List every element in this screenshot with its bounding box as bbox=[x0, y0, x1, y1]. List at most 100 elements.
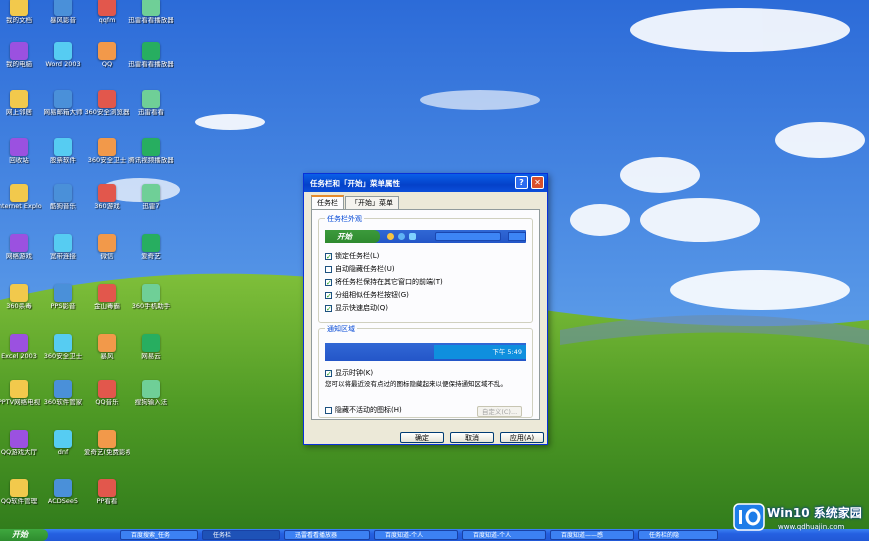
desktop-icon[interactable]: 爱奇艺(免费影视大全) bbox=[84, 430, 130, 456]
desktop-icon[interactable]: 迅雷看看播放器 bbox=[128, 42, 174, 68]
option-autohide[interactable]: 自动隐藏任务栏(U) bbox=[325, 264, 395, 274]
app-icon bbox=[142, 184, 160, 202]
desktop-icon-label: 酷狗音乐 bbox=[50, 203, 76, 210]
desktop-icon-label: 360软件管家 bbox=[43, 399, 83, 406]
help-button[interactable]: ? bbox=[515, 176, 528, 189]
app-icon bbox=[10, 430, 28, 448]
quicklaunch-icon bbox=[387, 233, 394, 240]
desktop-icon[interactable]: 搜狗输入法 bbox=[128, 380, 174, 406]
checkbox[interactable]: ✓ bbox=[325, 278, 332, 286]
desktop-icon-label: 网上邻居 bbox=[6, 109, 32, 116]
checkbox[interactable]: ✓ bbox=[325, 252, 332, 260]
desktop-icon[interactable]: 迅雷7 bbox=[128, 184, 174, 210]
customize-button[interactable]: 自定义(C)... bbox=[477, 406, 522, 417]
desktop-icon[interactable]: 爱奇艺 bbox=[128, 234, 174, 260]
desktop-icon-label: 暴风影音 bbox=[50, 17, 76, 24]
ie-icon bbox=[398, 233, 405, 240]
desktop-icon[interactable]: 360安全卫士 bbox=[84, 138, 130, 164]
desktop-icon[interactable]: dnf bbox=[40, 430, 86, 456]
desktop-icon[interactable]: 360安全卫士 bbox=[40, 334, 86, 360]
checkbox[interactable]: ✓ bbox=[325, 291, 332, 299]
checkbox[interactable]: ✓ bbox=[325, 369, 332, 377]
app-icon bbox=[98, 479, 116, 497]
desktop-icon[interactable]: 暴风 bbox=[84, 334, 130, 360]
desktop-icon-label: dnf bbox=[57, 449, 69, 456]
app-icon bbox=[10, 0, 28, 16]
app-icon bbox=[54, 138, 72, 156]
app-icon bbox=[10, 138, 28, 156]
tab-taskbar[interactable]: 任务栏 bbox=[311, 195, 344, 209]
desktop-icon[interactable]: 网上邻居 bbox=[0, 90, 42, 116]
desktop-icon[interactable]: 360安全浏览器 bbox=[84, 90, 130, 116]
app-icon bbox=[10, 234, 28, 252]
taskbar-button[interactable]: 百度搜索_任务 bbox=[120, 530, 198, 540]
cancel-button[interactable]: 取消 bbox=[450, 432, 494, 443]
desktop-icon[interactable]: 我的文档 bbox=[0, 0, 42, 24]
tab-start-menu[interactable]: 「开始」菜单 bbox=[345, 196, 399, 210]
option-label: 显示快速启动(Q) bbox=[335, 304, 388, 312]
desktop-icon[interactable]: 360杀毒 bbox=[0, 284, 42, 310]
checkbox[interactable] bbox=[325, 406, 332, 414]
apply-button[interactable]: 应用(A) bbox=[500, 432, 544, 443]
close-button[interactable]: ✕ bbox=[531, 176, 544, 189]
checkbox[interactable] bbox=[325, 265, 332, 273]
desktop-icon[interactable]: 酷狗音乐 bbox=[40, 184, 86, 210]
desktop-icon[interactable]: qqfm bbox=[84, 0, 130, 24]
desktop-icon[interactable]: 宽带连接 bbox=[40, 234, 86, 260]
desktop-icon[interactable]: 360软件管家 bbox=[40, 380, 86, 406]
notification-area-group: 通知区域 下午 5:49 ✓ 显示时钟(K) 您可以将最近没有点过的图标隐藏起来… bbox=[318, 324, 533, 418]
desktop-icon[interactable]: QQ游戏大厅 bbox=[0, 430, 42, 456]
taskbar-button[interactable]: 百度知道-个人 bbox=[374, 530, 458, 540]
taskbar-button[interactable]: 任务栏 bbox=[202, 530, 280, 540]
desktop-icon[interactable]: QQ音乐 bbox=[84, 380, 130, 406]
desktop-icon[interactable]: PPS影音 bbox=[40, 284, 86, 310]
option-group-buttons[interactable]: ✓ 分组相似任务栏按钮(G) bbox=[325, 290, 409, 300]
option-lock-taskbar[interactable]: ✓ 锁定任务栏(L) bbox=[325, 251, 379, 261]
desktop-icon[interactable]: 网络游戏 bbox=[0, 234, 42, 260]
taskbar-button[interactable]: 任务栏的隐 bbox=[638, 530, 718, 540]
dialog-titlebar[interactable]: 任务栏和「开始」菜单属性 ? ✕ bbox=[304, 174, 547, 192]
desktop-icon[interactable]: 回收站 bbox=[0, 138, 42, 164]
desktop-icon[interactable]: QQ bbox=[84, 42, 130, 68]
app-icon bbox=[98, 284, 116, 302]
app-icon bbox=[98, 90, 116, 108]
desktop-icon[interactable]: Internet Explorer bbox=[0, 184, 42, 210]
taskbar-button[interactable]: 迅雷看看播放器 bbox=[284, 530, 370, 540]
desktop-icon[interactable]: 金山毒霸 bbox=[84, 284, 130, 310]
desktop-icon[interactable]: PPTV网络电视 bbox=[0, 380, 42, 406]
desktop-icon[interactable]: 网易邮箱大师 bbox=[40, 90, 86, 116]
desktop-icon[interactable]: 迅雷看看播放器 bbox=[128, 0, 174, 24]
desktop-icon[interactable]: 腾讯视频播放器 bbox=[128, 138, 174, 164]
app-icon bbox=[142, 234, 160, 252]
desktop-icon[interactable]: 网易云 bbox=[128, 334, 174, 360]
desktop-icon[interactable]: 我的电脑 bbox=[0, 42, 42, 68]
taskbar-button[interactable]: 百度知道——感 bbox=[550, 530, 634, 540]
desktop-icon[interactable]: Excel 2003 bbox=[0, 334, 42, 360]
desktop-icon[interactable]: PP看看 bbox=[84, 479, 130, 505]
start-button[interactable]: 开始 bbox=[0, 529, 48, 541]
app-icon bbox=[142, 380, 160, 398]
desktop-icon[interactable]: Word 2003 bbox=[40, 42, 86, 68]
group-title-appearance: 任务栏外观 bbox=[325, 214, 364, 224]
ok-button[interactable]: 确定 bbox=[400, 432, 444, 443]
desktop-icon[interactable]: 迅雷看看 bbox=[128, 90, 174, 116]
desktop-icon[interactable]: 股票软件 bbox=[40, 138, 86, 164]
desktop-icon-label: QQ软件管理 bbox=[0, 498, 38, 505]
option-hide-inactive[interactable]: 隐藏不活动的图标(H) bbox=[325, 405, 402, 415]
option-label: 隐藏不活动的图标(H) bbox=[335, 406, 402, 414]
app-icon bbox=[54, 380, 72, 398]
desktop-icon[interactable]: 微信 bbox=[84, 234, 130, 260]
desktop-icon[interactable]: ACDSee5 bbox=[40, 479, 86, 505]
desktop-icon[interactable]: 360手机助手 bbox=[128, 284, 174, 310]
option-show-clock[interactable]: ✓ 显示时钟(K) bbox=[325, 368, 373, 378]
app-icon bbox=[10, 479, 28, 497]
checkbox[interactable]: ✓ bbox=[325, 304, 332, 312]
option-on-top[interactable]: ✓ 将任务栏保持在其它窗口的前端(T) bbox=[325, 277, 443, 287]
desktop-icon[interactable]: 暴风影音 bbox=[40, 0, 86, 24]
app-icon bbox=[142, 0, 160, 16]
desktop-icon[interactable]: QQ软件管理 bbox=[0, 479, 42, 505]
taskbar-button[interactable]: 百度知道-个人 bbox=[462, 530, 546, 540]
desktop-icon[interactable]: 360游戏 bbox=[84, 184, 130, 210]
desktop-icon-label: 暴风 bbox=[100, 353, 114, 360]
option-quick-launch[interactable]: ✓ 显示快速启动(Q) bbox=[325, 303, 388, 313]
